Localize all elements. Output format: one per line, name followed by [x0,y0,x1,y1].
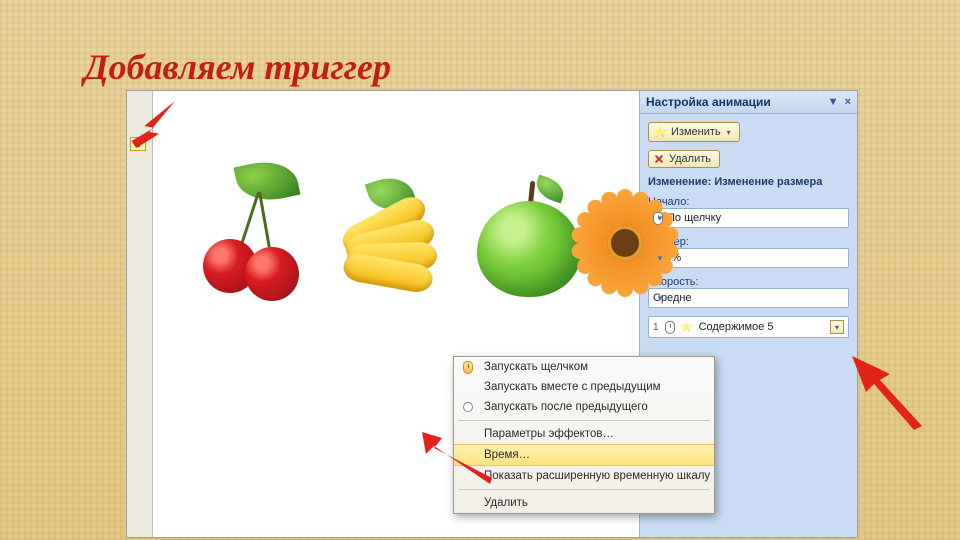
menu-timing[interactable]: Время… [454,444,714,466]
menu-effect-options[interactable]: Параметры эффектов… [454,424,714,444]
item-name: Содержимое 5 [699,321,774,333]
remove-effect-button[interactable]: Удалить [648,150,720,168]
callout-arrow [846,350,926,430]
menu-separator [458,420,710,421]
menu-label: Параметры эффектов… [484,428,614,440]
item-dropdown-button[interactable]: ▾ [830,320,844,334]
menu-label: Удалить [484,497,528,509]
chevron-down-icon: ▾ [727,128,731,137]
image-bananas[interactable] [323,177,453,297]
image-flower[interactable] [565,183,685,303]
item-index: 1 [653,322,659,333]
menu-label: Запускать щелчком [484,361,588,373]
change-button-label: Изменить [671,126,721,138]
image-cherries[interactable] [193,161,303,301]
page-title: Добавляем триггер [84,46,391,88]
animation-order-flag: 1 [130,137,146,151]
mouse-icon [653,212,663,225]
menu-delete[interactable]: Удалить [454,493,714,513]
x-icon [653,153,665,165]
menu-show-timeline[interactable]: Показать расширенную временную шкалу [454,466,714,486]
star-icon [681,321,693,333]
menu-start-on-click[interactable]: Запускать щелчком [454,357,714,377]
menu-label: Показать расширенную временную шкалу [484,470,710,482]
remove-button-label: Удалить [669,153,711,165]
menu-separator [458,489,710,490]
pane-title: Настройка анимации [646,95,771,109]
menu-label: Запускать после предыдущего [484,401,648,413]
context-menu: Запускать щелчком Запускать вместе с пре… [453,356,715,514]
change-effect-button[interactable]: Изменить ▾ [648,122,740,142]
ruler-gutter: 1 [127,91,153,537]
mouse-icon [665,321,675,334]
star-icon [653,125,667,139]
pane-menu-icon[interactable]: ▼ [828,96,839,108]
animation-list-item[interactable]: 1 Содержимое 5 ▾ [648,316,849,338]
menu-start-with-previous[interactable]: Запускать вместе с предыдущим [454,377,714,397]
clock-icon [463,402,473,412]
mouse-click-icon [463,361,473,374]
menu-label: Время… [484,449,530,461]
menu-label: Запускать вместе с предыдущим [484,381,661,393]
pane-title-bar: Настройка анимации ▼ × [640,91,857,114]
menu-start-after-previous[interactable]: Запускать после предыдущего [454,397,714,417]
pane-close-icon[interactable]: × [845,96,851,108]
